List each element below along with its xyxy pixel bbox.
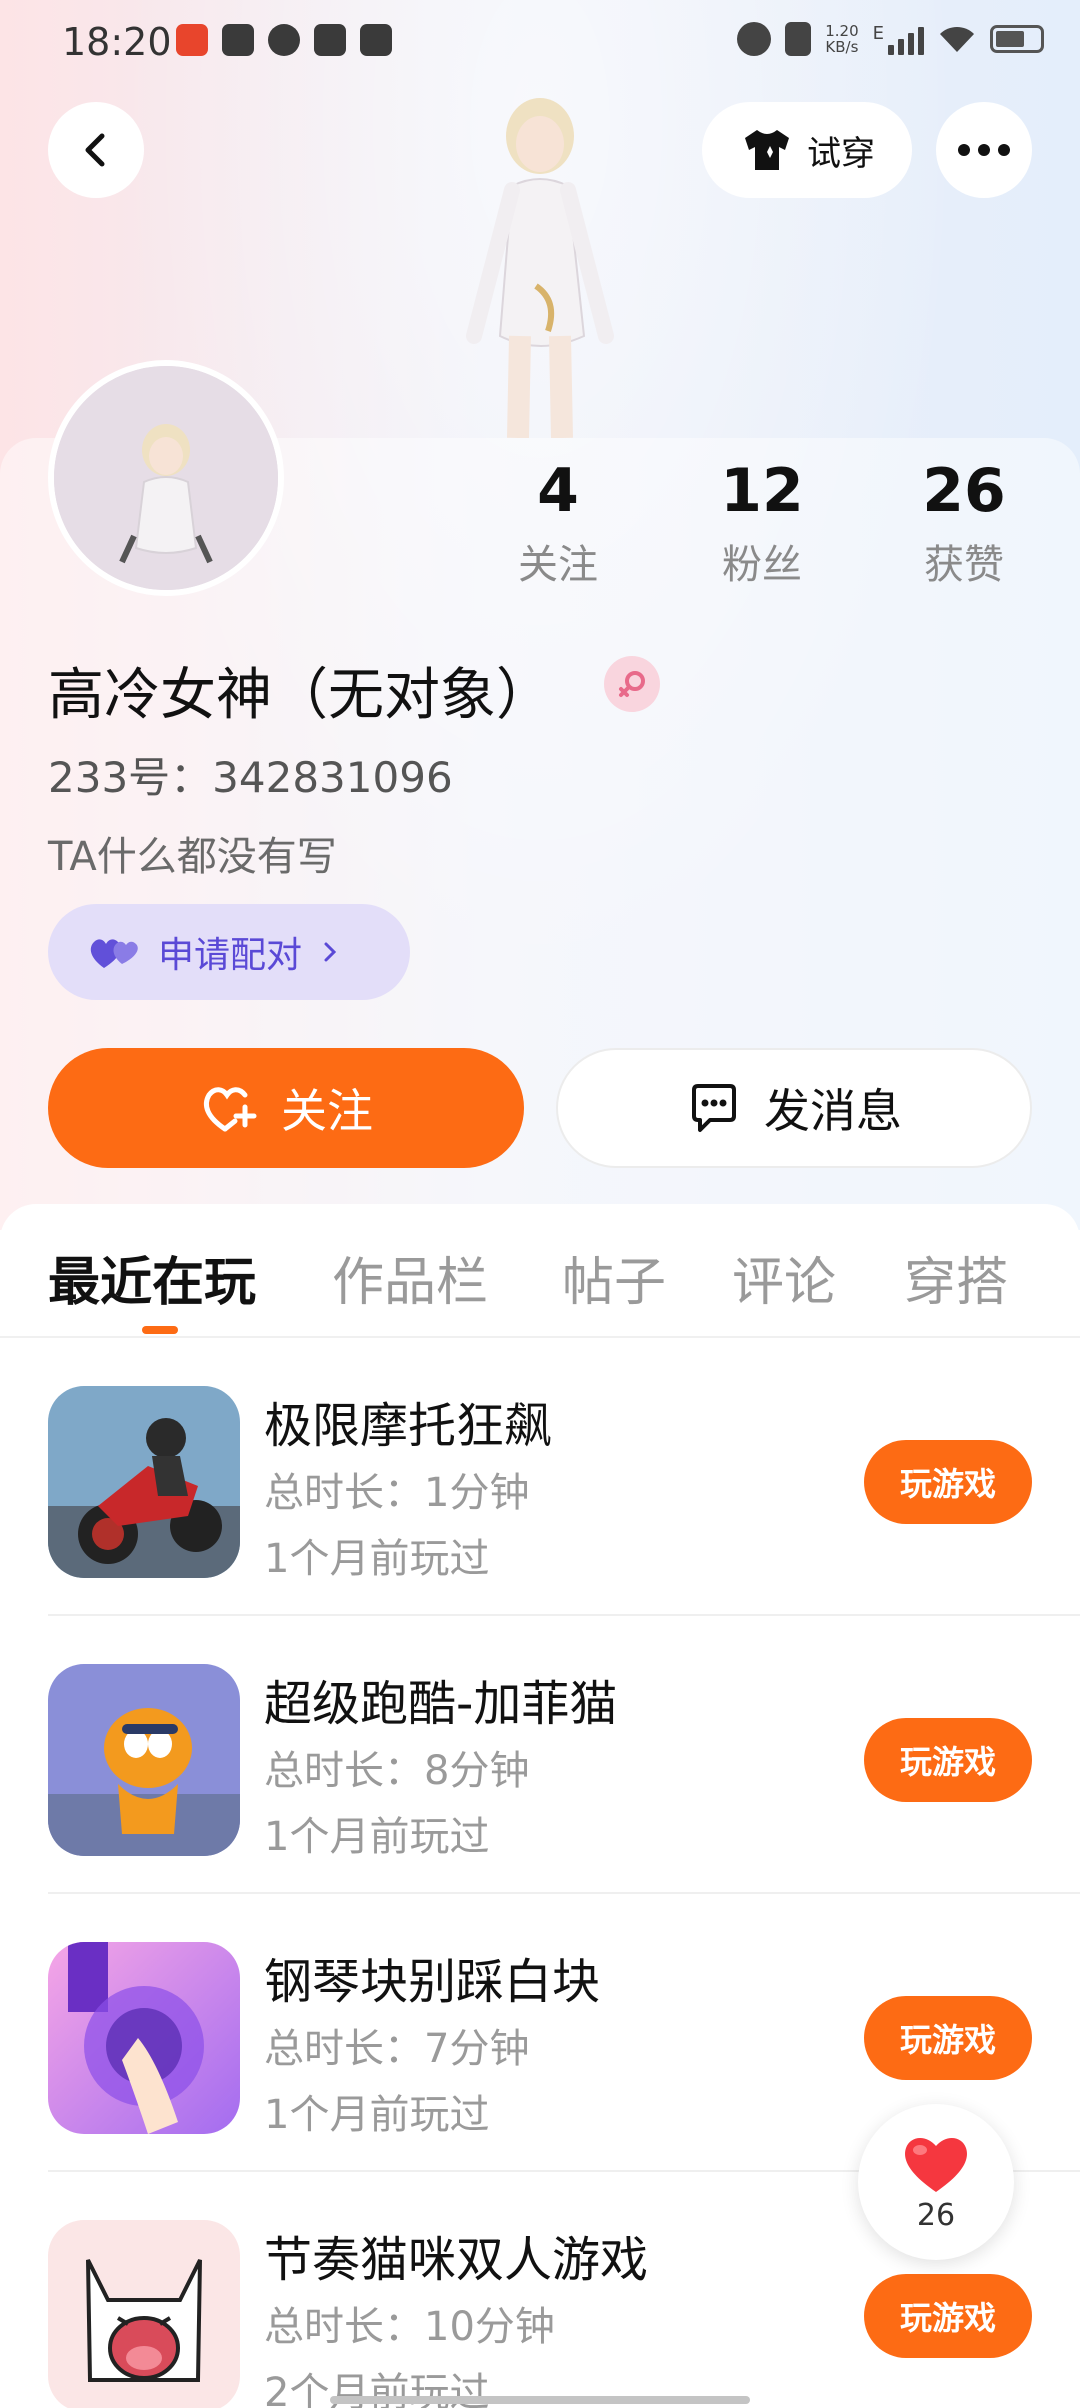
play-game-label: 玩游戏 xyxy=(899,1743,996,1781)
game-list-item[interactable]: 极限摩托狂飙 总时长：1分钟 1个月前玩过 玩游戏 xyxy=(48,1338,1080,1616)
follow-button[interactable]: 关注 xyxy=(48,1048,524,1168)
following-stat[interactable]: 4 关注 xyxy=(478,456,638,590)
send-message-button[interactable]: 发消息 xyxy=(556,1048,1032,1168)
status-time: 18:20 xyxy=(62,20,172,64)
play-game-button[interactable]: 玩游戏 xyxy=(864,2274,1032,2358)
game-last-played: 1个月前玩过 xyxy=(264,2092,490,2138)
try-on-label: 试穿 xyxy=(807,133,875,174)
female-symbol-icon xyxy=(619,671,645,697)
request-pair-label: 申请配对 xyxy=(158,935,303,976)
chat-bubble-icon xyxy=(692,1084,736,1132)
game-duration: 总时长：7分钟 xyxy=(264,2026,530,2072)
piano-icon xyxy=(48,1942,240,2134)
game-duration: 总时长：1分钟 xyxy=(264,1470,530,1516)
play-game-button[interactable]: 玩游戏 xyxy=(864,1996,1032,2080)
user-id: 233号：342831096 xyxy=(48,753,453,802)
request-pair-button[interactable]: 申请配对 xyxy=(48,904,410,1000)
follow-label: 关注 xyxy=(281,1084,373,1138)
heart-plus-icon xyxy=(203,1087,257,1132)
followers-label: 粉丝 xyxy=(722,542,802,588)
garfield-icon xyxy=(48,1664,240,1856)
play-game-label: 玩游戏 xyxy=(899,2299,996,2337)
box-notification-icon xyxy=(360,24,392,56)
tab-posts[interactable]: 帖子 xyxy=(562,1240,666,1315)
followers-stat[interactable]: 12 粉丝 xyxy=(682,456,842,590)
game-name: 钢琴块别踩白块 xyxy=(264,1954,601,2010)
profile-bio: TA什么都没有写 xyxy=(48,834,337,880)
play-game-button[interactable]: 玩游戏 xyxy=(864,1440,1032,1524)
game-name: 超级跑酷-加菲猫 xyxy=(264,1676,618,1732)
like-count: 26 xyxy=(916,2197,956,2233)
status-bar: 18:20 1.20 KB/s E xyxy=(0,0,1080,84)
shirt-icon xyxy=(745,130,789,170)
play-game-label: 玩游戏 xyxy=(899,2021,996,2059)
motorcycle-icon xyxy=(48,1386,240,1578)
app-notification-icon xyxy=(176,24,208,56)
signal-icon: E xyxy=(873,23,924,55)
tab-bar: 最近在玩 作品栏 帖子 评论 穿搭 xyxy=(0,1204,1080,1338)
send-message-label: 发消息 xyxy=(764,1084,902,1138)
gender-female-icon xyxy=(604,656,660,712)
back-arrow-icon xyxy=(85,133,105,167)
game-duration: 总时长：10分钟 xyxy=(264,2304,555,2350)
tab-recent-play[interactable]: 最近在玩 xyxy=(48,1240,256,1315)
game-list-item[interactable]: 超级跑酷-加菲猫 总时长：8分钟 1个月前玩过 玩游戏 xyxy=(48,1616,1080,1894)
net-speed-unit: KB/s xyxy=(825,38,859,56)
signal-bar xyxy=(888,45,894,55)
more-options-button[interactable] xyxy=(936,102,1032,198)
garfield-game-art xyxy=(48,1664,240,1856)
tab-works[interactable]: 作品栏 xyxy=(332,1240,488,1315)
following-count: 4 xyxy=(537,456,579,526)
tab-comments[interactable]: 评论 xyxy=(732,1240,836,1315)
wifi-icon xyxy=(940,26,974,52)
profile-nickname: 高冷女神（无对象） xyxy=(48,663,552,728)
system-icons: 1.20 KB/s E xyxy=(737,22,1044,56)
following-label: 关注 xyxy=(518,542,598,588)
notification-icons xyxy=(176,24,392,56)
heart-icon xyxy=(905,2137,967,2192)
game-last-played: 1个月前玩过 xyxy=(264,1814,490,1860)
avatar[interactable] xyxy=(48,360,284,596)
alarm-icon xyxy=(737,22,772,56)
chevron-right-icon xyxy=(324,942,337,962)
signal-bar xyxy=(918,27,924,55)
double-heart-icon xyxy=(90,939,138,968)
try-on-button[interactable]: 试穿 xyxy=(702,102,912,198)
likes-count: 26 xyxy=(922,456,1006,526)
vibrate-icon xyxy=(785,22,812,56)
chat-notification-icon xyxy=(268,24,300,56)
game-name: 节奏猫咪双人游戏 xyxy=(264,2232,649,2288)
like-button[interactable]: 26 xyxy=(858,2104,1014,2260)
back-button[interactable] xyxy=(48,102,144,198)
game-name: 极限摩托狂飙 xyxy=(264,1398,553,1454)
signal-bar xyxy=(908,33,914,55)
app2-notification-icon xyxy=(314,24,346,56)
game-duration: 总时长：8分钟 xyxy=(264,1748,530,1794)
more-dot-icon xyxy=(978,144,990,156)
more-dot-icon xyxy=(998,144,1010,156)
battery-icon xyxy=(990,25,1044,53)
avatar-figure-image xyxy=(466,98,614,438)
net-speed-value: 1.20 xyxy=(825,22,859,40)
likes-label: 获赞 xyxy=(924,542,1004,588)
likes-stat[interactable]: 26 获赞 xyxy=(884,456,1044,590)
singing-cat-game-art xyxy=(48,2220,240,2408)
piano-game-art xyxy=(48,1942,240,2134)
play-game-label: 玩游戏 xyxy=(899,1465,996,1503)
singing-cat-icon xyxy=(48,2220,240,2408)
avatar-image xyxy=(54,366,278,590)
net-speed: 1.20 KB/s xyxy=(825,23,858,55)
game-last-played: 1个月前玩过 xyxy=(264,1536,490,1582)
active-tab-indicator xyxy=(142,1326,178,1334)
motorcycle-game-art xyxy=(48,1386,240,1578)
home-indicator[interactable] xyxy=(330,2396,750,2404)
play-game-button[interactable]: 玩游戏 xyxy=(864,1718,1032,1802)
network-type: E xyxy=(872,23,884,44)
signal-bar xyxy=(898,39,904,55)
mail-notification-icon xyxy=(222,24,254,56)
tab-outfits[interactable]: 穿搭 xyxy=(904,1240,1008,1315)
more-dot-icon xyxy=(958,144,970,156)
followers-count: 12 xyxy=(720,456,804,526)
